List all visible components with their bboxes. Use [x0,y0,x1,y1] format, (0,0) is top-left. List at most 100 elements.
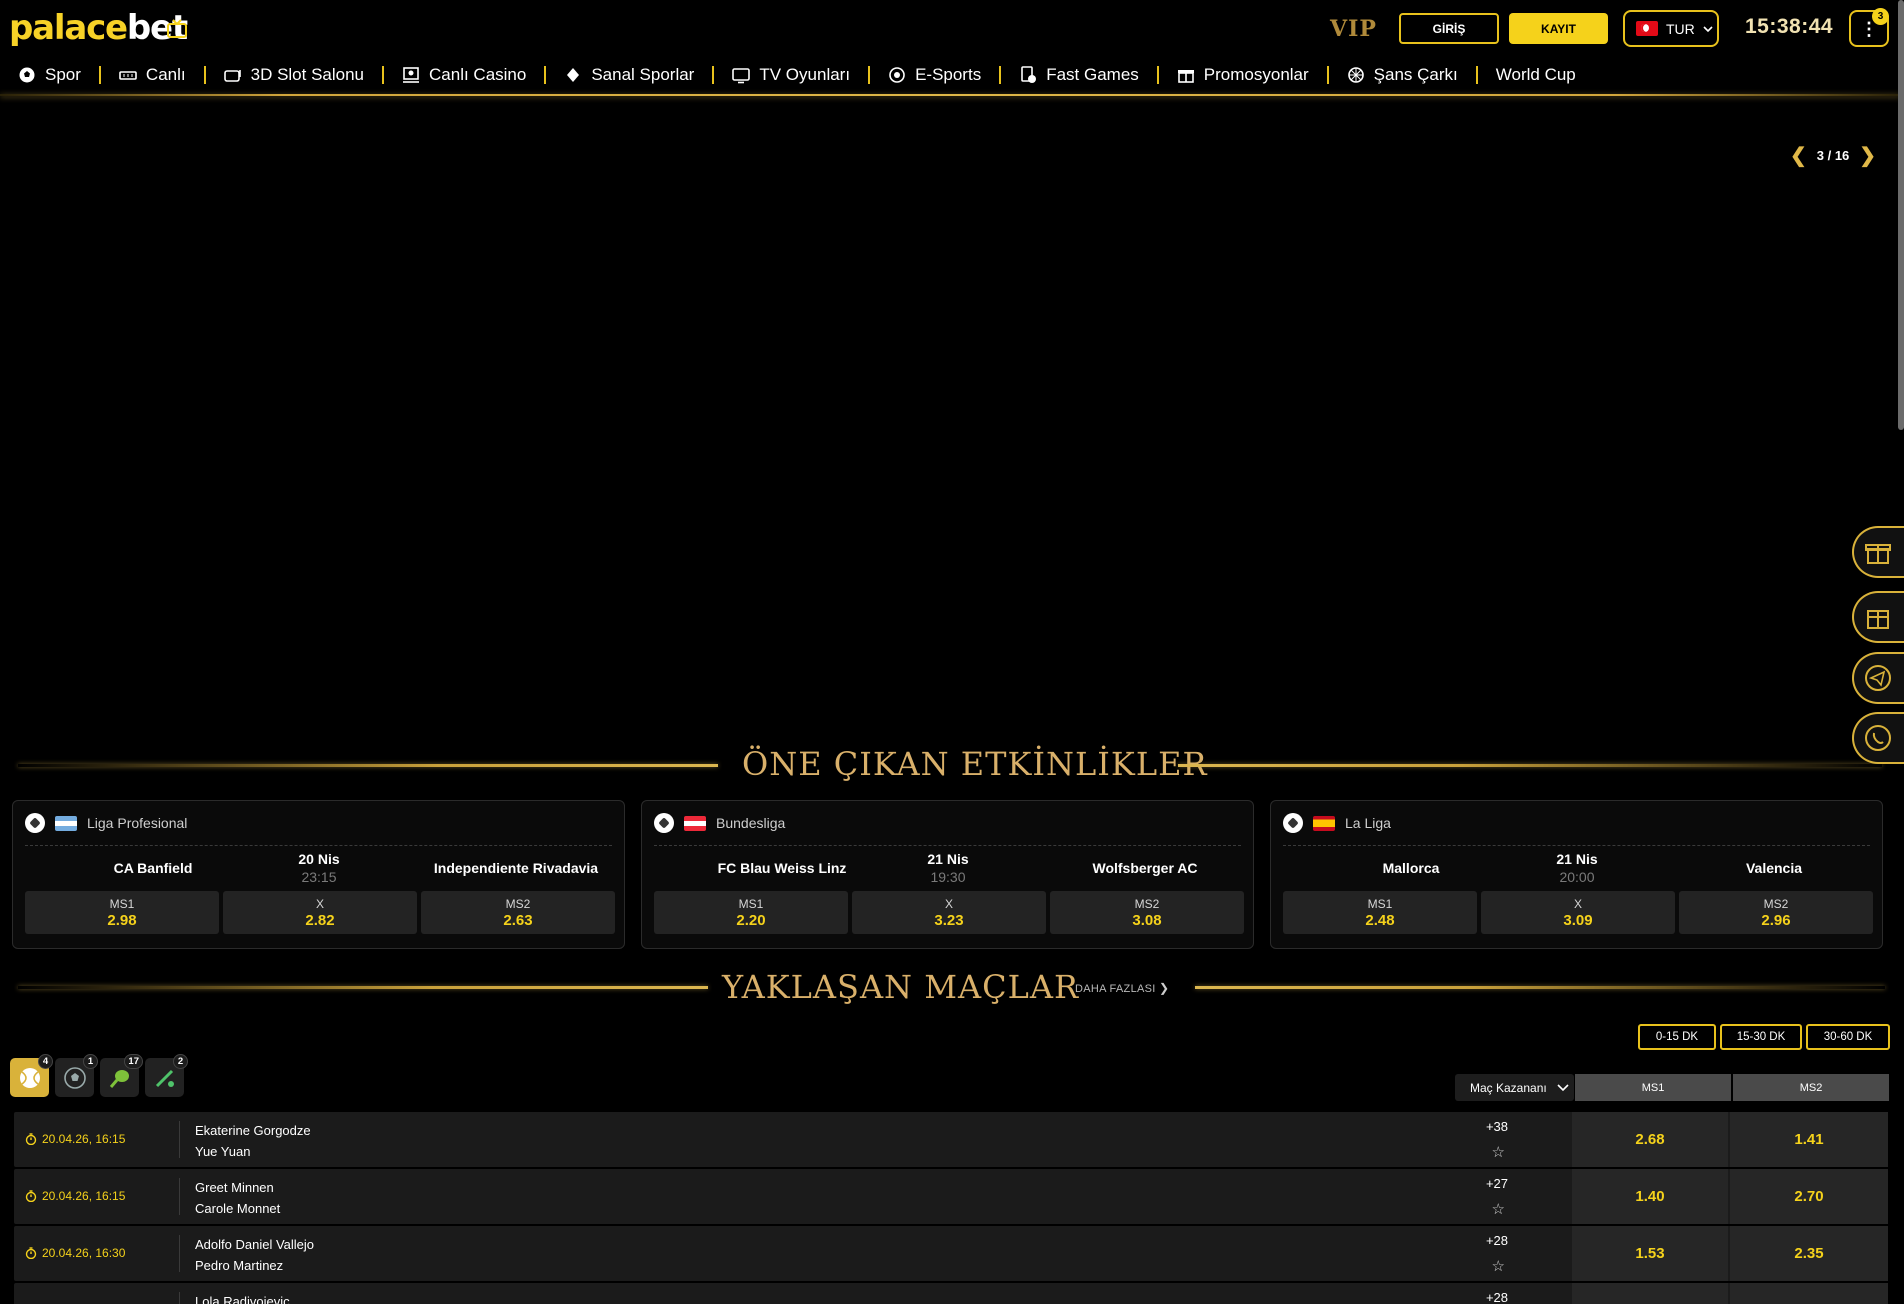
page-scrollbar[interactable] [1898,0,1904,430]
more-link[interactable]: DAHA FAZLASI ❯ [1075,981,1169,995]
match-row[interactable]: 20.04.26, 16:30 Adolfo Daniel Vallejo Pedr… [14,1226,1888,1281]
stopwatch-icon [25,1133,37,1145]
nav-item-label: Canlı Casino [429,65,527,84]
nav-item-e-sports[interactable]: E-Sports [888,56,999,94]
home-player: Ekaterine Gorgodze [195,1123,311,1138]
match-row[interactable]: 20.04.26, 16:15 Ekaterine Gorgodze Yue Yua… [14,1112,1888,1167]
stopwatch-icon [25,1247,37,1259]
odd-button[interactable]: MS1 2.48 [1283,891,1477,934]
odd-ms2-button[interactable] [1730,1283,1888,1304]
home-team: Mallorca [1382,860,1440,876]
sport-count-badge: 4 [38,1054,53,1069]
column-header-ms2: MS2 [1733,1074,1889,1101]
odd-ms1-button[interactable]: 1.40 [1572,1169,1728,1224]
odd-button[interactable]: X 2.82 [223,891,417,934]
nav-item-label: E-Sports [915,65,982,84]
league-header: La Liga [1283,813,1391,833]
nav-item-3d-slot-salonu[interactable]: 3D Slot Salonu [223,56,382,94]
register-button[interactable]: KAYIT [1509,13,1608,44]
league-name: La Liga [1345,815,1391,831]
event-time: 19:30 [930,869,966,885]
more-markets-count[interactable]: +27 [1486,1176,1508,1191]
odd-ms2-button[interactable]: 1.41 [1730,1112,1888,1167]
filter-30-60-button[interactable]: 30-60 DK [1806,1024,1890,1050]
event-date: 20 Nis [298,851,340,867]
nav-separator [999,66,1002,84]
odd-button[interactable]: X 3.23 [852,891,1046,934]
odd-value: 2.98 [107,912,137,929]
nav-separator [382,66,385,84]
sport-tab-football[interactable]: 1 [55,1054,98,1097]
section-divider-left [18,986,708,989]
odd-value: 2.48 [1365,912,1395,929]
league-name: Liga Profesional [87,815,188,831]
vip-link[interactable]: VIP [1330,16,1377,42]
league-header: Liga Profesional [25,813,187,833]
odd-ms1-button[interactable]: 1.53 [1572,1226,1728,1281]
country-flag-icon [55,815,77,831]
match-row[interactable]: Lola Radivojevic+28☆ [14,1283,1888,1304]
language-selector[interactable]: TUR [1623,10,1719,47]
filter-0-15-button[interactable]: 0-15 DK [1638,1024,1716,1050]
nav-item-canlı[interactable]: Canlı [119,56,204,94]
odd-ms2-button[interactable]: 2.70 [1730,1169,1888,1224]
side-bonus-button[interactable] [1852,526,1904,578]
favorite-star-icon[interactable]: ☆ [1492,1259,1505,1274]
match-time: 20.04.26, 16:15 [25,1132,125,1146]
odd-ms1-button[interactable]: 2.68 [1572,1112,1728,1167]
odd-ms2-button[interactable]: 2.35 [1730,1226,1888,1281]
sport-tab-cricket[interactable]: 2 [145,1054,188,1097]
odd-button[interactable]: MS2 2.63 [421,891,615,934]
nav-item-sanal-sporlar[interactable]: Sanal Sporlar [564,56,712,94]
section-divider-right [1178,764,1882,767]
filter-15-30-button[interactable]: 15-30 DK [1720,1024,1802,1050]
match-row[interactable]: 20.04.26, 16:15 Greet Minnen Carole Monnet… [14,1169,1888,1224]
nav-separator [712,66,715,84]
more-markets-count[interactable]: +28 [1486,1233,1508,1248]
odd-label: MS1 [1367,897,1393,911]
market-selector[interactable]: Maç Kazananı [1455,1074,1574,1101]
site-logo[interactable]: palacebet [9,8,188,48]
nav-item-world-cup[interactable]: World Cup [1496,56,1594,94]
nav-separator [1156,66,1159,84]
odd-button[interactable]: MS2 3.08 [1050,891,1244,934]
login-button[interactable]: GİRİŞ [1399,13,1499,44]
sport-tab-table-tennis[interactable]: 17 [100,1054,143,1097]
nav-item-label: 3D Slot Salonu [250,65,365,84]
nav-item-label: Canlı [145,65,186,84]
odd-ms1-button[interactable] [1572,1283,1728,1304]
nav-separator [203,66,206,84]
nav-separator [1475,66,1478,84]
odd-button[interactable]: MS2 2.96 [1679,891,1873,934]
more-markets-count[interactable]: +28 [1486,1290,1508,1304]
football-icon [25,813,45,833]
odd-button[interactable]: X 3.09 [1481,891,1675,934]
nav-item-şans-çarkı[interactable]: Şans Çarkı [1347,56,1476,94]
side-promo-button[interactable] [1852,591,1904,643]
nav-item-canlı-casino[interactable]: Canlı Casino [402,56,544,94]
more-markets-count[interactable]: +38 [1486,1119,1508,1134]
nav-item-tv-oyunları[interactable]: TV Oyunları [732,56,868,94]
nav-item-spor[interactable]: Spor [18,56,99,94]
banner-prev-icon[interactable]: ❮ [1790,143,1807,168]
odd-button[interactable]: MS1 2.98 [25,891,219,934]
favorite-star-icon[interactable]: ☆ [1492,1145,1505,1160]
telegram-icon [1865,665,1891,691]
side-telegram-button[interactable] [1852,652,1904,704]
whatsapp-icon [1865,725,1891,751]
nav-item-promosyonlar[interactable]: Promosyonlar [1177,56,1327,94]
odd-button[interactable]: MS1 2.20 [654,891,848,934]
banner-next-icon[interactable]: ❯ [1859,143,1876,168]
home-team: FC Blau Weiss Linz [717,860,847,876]
featured-event-card[interactable]: Liga Profesional CA Banfield 20 Nis 23:15 In… [12,800,625,949]
side-whatsapp-button[interactable] [1852,712,1904,764]
sport-tab-tennis[interactable]: 4 [10,1054,53,1097]
favorite-star-icon[interactable]: ☆ [1492,1202,1505,1217]
featured-event-card[interactable]: La Liga Mallorca 21 Nis 20:00 Valencia MS1 2.4… [1270,800,1883,949]
row-divider [179,1178,180,1215]
menu-button[interactable]: ⋮ 3 [1849,8,1889,47]
featured-event-card[interactable]: Bundesliga FC Blau Weiss Linz 21 Nis 19:30 W… [641,800,1254,949]
nav-item-fast-games[interactable]: Fast Games [1019,56,1157,94]
nav-item-label: Promosyonlar [1203,65,1309,84]
gift-icon [1865,544,1891,564]
